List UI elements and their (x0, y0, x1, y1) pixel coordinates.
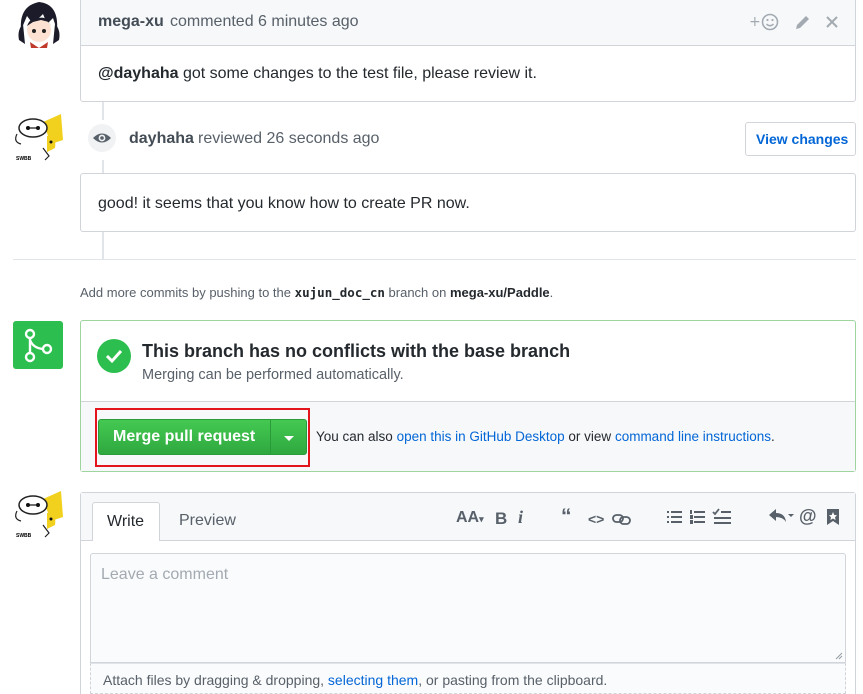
avatar-badge: SWBB (16, 156, 32, 162)
attach-files-bar[interactable]: Attach files by dragging & dropping, sel… (90, 663, 846, 694)
alternatives-suffix: . (771, 429, 775, 444)
link-icon[interactable] (612, 511, 632, 531)
merge-alternatives: You can also open this in GitHub Desktop… (316, 429, 775, 444)
review-eye-badge (86, 122, 118, 154)
mention-icon[interactable]: @ (799, 506, 817, 527)
push-hint-suffix: . (549, 285, 554, 300)
branch-name: xujun_doc_cn (294, 285, 385, 300)
review-timestamp[interactable]: reviewed 26 seconds ago (198, 130, 379, 148)
bold-icon[interactable]: B (495, 509, 507, 529)
comment-placeholder: Leave a comment (101, 566, 229, 583)
add-reaction-icon[interactable]: + (749, 12, 779, 37)
attach-suffix: , or pasting from the clipboard. (418, 672, 608, 688)
merge-status-subtitle: Merging can be performed automatically. (142, 367, 404, 383)
quote-icon[interactable]: “ (561, 505, 572, 529)
push-hint-prefix: Add more commits by pushing to the (80, 285, 295, 300)
tab-write-label: Write (107, 513, 145, 530)
tab-preview[interactable]: Preview (179, 512, 236, 530)
review-comment-box: good! it seems that you know how to crea… (80, 173, 856, 232)
command-line-instructions-link[interactable]: command line instructions (615, 429, 771, 444)
avatar-current-user[interactable]: SWBB (13, 491, 63, 541)
repo-name[interactable]: mega-xu/Paddle (450, 285, 550, 300)
highlight-annotation (95, 408, 310, 467)
code-icon[interactable]: <> (588, 511, 604, 527)
comment-box: mega-xu commented 6 minutes ago + @dayha… (80, 0, 856, 102)
merge-status-icon (13, 321, 63, 369)
resize-handle-icon[interactable] (835, 652, 843, 660)
timeline-divider (13, 259, 856, 260)
timeline-line (102, 100, 104, 120)
comment-header: mega-xu commented 6 minutes ago + (81, 0, 855, 46)
push-hint: Add more commits by pushing to the xujun… (80, 285, 553, 300)
attach-hint: Attach files by dragging & dropping, sel… (103, 672, 607, 688)
user-mention[interactable]: @dayhaha (98, 65, 179, 82)
ordered-list-icon[interactable] (690, 509, 706, 529)
text-size-icon[interactable]: AA▾ (456, 509, 484, 527)
alternatives-prefix: You can also (316, 429, 397, 444)
reply-icon[interactable] (768, 507, 794, 529)
alternatives-middle: or view (564, 429, 615, 444)
view-changes-button[interactable]: View changes (745, 122, 856, 156)
svg-text:+: + (749, 14, 761, 30)
saved-replies-icon[interactable] (826, 508, 840, 530)
view-changes-label: View changes (756, 131, 849, 147)
avatar-mega-xu[interactable] (13, 0, 63, 48)
tab-write[interactable]: Write (92, 502, 160, 541)
merge-status-title: This branch has no conflicts with the ba… (142, 341, 571, 361)
check-circle-icon (97, 339, 131, 373)
select-files-link[interactable]: selecting them (328, 672, 418, 688)
unordered-list-icon[interactable] (667, 509, 683, 529)
open-github-desktop-link[interactable]: open this in GitHub Desktop (397, 429, 565, 444)
comment-text: got some changes to the test file, pleas… (178, 65, 537, 82)
edit-pencil-icon[interactable] (793, 14, 811, 36)
avatar-dayhaha[interactable]: SWBB (13, 114, 63, 164)
push-hint-middle: branch on (384, 285, 450, 300)
comment-textarea[interactable]: Leave a comment (90, 553, 846, 663)
git-merge-icon (24, 328, 53, 363)
close-icon[interactable] (825, 15, 839, 33)
avatar-badge: SWBB (16, 533, 32, 539)
review-author[interactable]: dayhaha (129, 130, 194, 148)
review-body: good! it seems that you know how to crea… (98, 195, 470, 212)
comment-body: @dayhaha got some changes to the test fi… (98, 65, 537, 83)
comment-timestamp[interactable]: commented 6 minutes ago (170, 13, 359, 31)
eye-icon (93, 133, 111, 143)
attach-prefix: Attach files by dragging & dropping, (103, 672, 328, 688)
task-list-icon[interactable] (712, 508, 732, 529)
italic-icon[interactable]: i (518, 507, 523, 528)
comment-author[interactable]: mega-xu (98, 13, 164, 31)
